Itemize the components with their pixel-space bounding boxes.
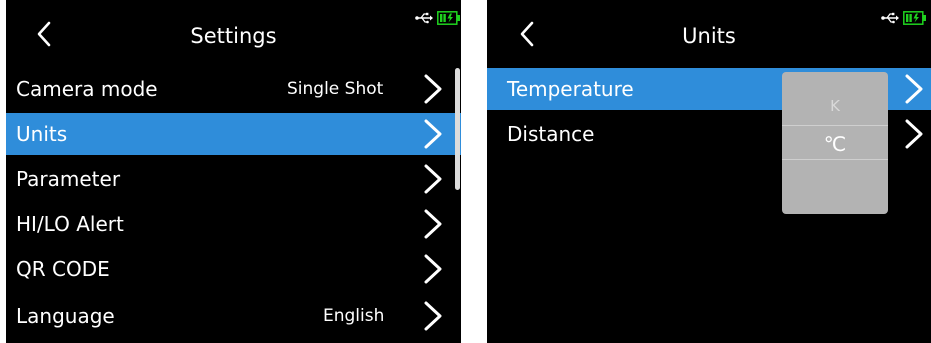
settings-screen: Settings Camera mode Single Shot Units P… [6,0,461,343]
menu-item-units[interactable]: Units [6,113,461,155]
picker-divider [782,159,888,160]
menu-item-label: HI/LO Alert [16,212,124,236]
chevron-right-icon [424,119,442,149]
menu-item-hi-lo-alert[interactable]: HI/LO Alert [6,203,461,245]
menu-item-value: English [323,306,385,326]
menu-item-label: Temperature [507,77,634,101]
chevron-right-icon [424,301,442,331]
menu-item-language[interactable]: Language English [6,295,461,337]
battery-charging-icon [903,11,926,25]
temperature-unit-picker[interactable]: K ℃ [782,72,888,214]
menu-item-value: Single Shot [287,79,384,99]
menu-item-qr-code[interactable]: QR CODE [6,248,461,290]
page-title: Units [682,24,736,48]
menu-item-label: QR CODE [16,257,110,281]
status-bar [415,10,461,26]
menu-item-label: Language [16,304,115,328]
chevron-right-icon [905,74,923,104]
usb-icon [415,12,433,24]
picker-divider [782,125,888,126]
units-topbar: Units [487,0,931,64]
chevron-right-icon [424,164,442,194]
battery-charging-icon [437,11,460,25]
menu-item-camera-mode[interactable]: Camera mode Single Shot [6,68,461,110]
status-bar [881,10,927,26]
menu-item-label: Distance [507,122,595,146]
chevron-right-icon [424,254,442,284]
chevron-right-icon [424,74,442,104]
settings-topbar: Settings [6,0,461,64]
scrollbar[interactable] [455,68,460,190]
chevron-right-icon [905,119,923,149]
menu-item-parameter[interactable]: Parameter [6,158,461,200]
chevron-right-icon [424,209,442,239]
picker-option-celsius[interactable]: ℃ [782,132,888,156]
picker-option-kelvin[interactable]: K [782,97,888,115]
units-screen: Units Temperature Distance K ℃ [487,0,931,343]
menu-item-label: Parameter [16,167,121,191]
menu-item-label: Camera mode [16,77,158,101]
usb-icon [881,12,899,24]
menu-item-label: Units [16,122,68,146]
page-title: Settings [190,24,277,48]
